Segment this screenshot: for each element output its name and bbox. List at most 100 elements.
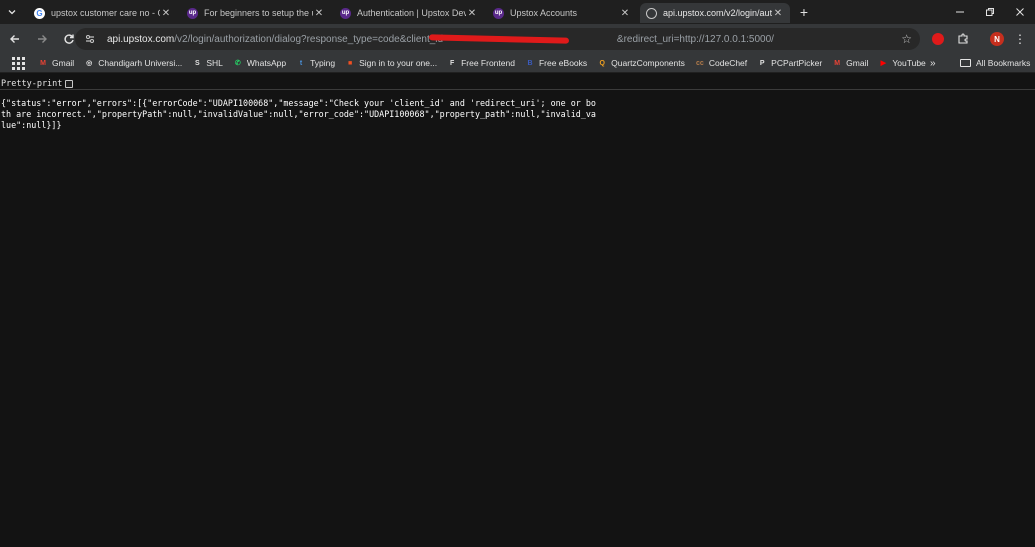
upstox-icon: up [340,7,351,19]
all-bookmarks-button[interactable]: All Bookmarks [960,58,1030,68]
bookmark-item[interactable]: M Gmail [38,58,74,68]
more-bookmarks-button[interactable]: » [930,58,936,69]
url-path: /v2/login/authorization/dialog?response_… [174,33,449,45]
bookmark-item[interactable]: ◎ Chandigarh Universi... [84,58,182,68]
record-icon [932,33,944,45]
arrow-right-icon [38,35,47,43]
pretty-print-label: Pretty-print [1,79,63,89]
bookmark-item[interactable]: F Free Frontend [447,58,515,68]
tab-upstox-customer-care[interactable]: G upstox customer care no - Goo ✕ [28,3,178,23]
all-bookmarks-label: All Bookmarks [976,58,1031,68]
tab-title: upstox customer care no - Goo [51,8,160,18]
new-tab-button[interactable]: + [795,3,813,21]
bookmark-label: Typing [310,58,336,68]
gmail-icon: M [40,59,46,67]
forward-button[interactable] [30,27,54,51]
youtube-icon: ▶ [880,60,887,67]
bookmark-item[interactable]: cc CodeChef [695,58,747,68]
restore-icon [986,8,994,16]
bookmark-label: Free Frontend [461,58,515,68]
reload-icon [64,34,74,44]
bookmark-label: Chandigarh Universi... [98,58,183,68]
bookmark-item[interactable]: S SHL [192,58,223,68]
apps-grid-icon[interactable] [10,55,26,71]
recording-indicator[interactable] [928,29,948,49]
bookmark-item[interactable]: ▶ YouTube [878,58,926,68]
bookmark-label: Gmail [52,58,75,68]
site-info-icon[interactable] [83,32,97,46]
globe-icon: ◎ [86,60,93,67]
bookmark-star-icon[interactable]: ☆ [901,32,912,46]
whatsapp-icon: ✆ [234,60,241,67]
address-bar[interactable]: api.upstox.com/v2/login/authorization/di… [75,28,920,50]
arrow-left-icon [10,35,19,43]
bookmark-item[interactable]: ✆ WhatsApp [233,58,286,68]
tab-search-button[interactable] [0,0,24,24]
minimize-button[interactable] [945,0,975,24]
typing-icon: t [299,59,303,67]
microsoft-icon: ■ [348,59,353,67]
pcpartpicker-icon: P [759,59,765,67]
tab-authentication[interactable]: up Authentication | Upstox Develo ✕ [334,3,484,23]
json-response: {"status":"error","errors":[{"errorCode"… [1,98,596,130]
tab-api-login[interactable]: api.upstox.com/v2/login/autho ✕ [640,3,790,23]
shl-icon: S [194,59,200,67]
quartz-icon: Q [599,59,605,67]
close-icon[interactable]: ✕ [772,8,784,19]
menu-button[interactable]: ⋮ [1010,29,1030,49]
bookmark-list: M Gmail ◎ Chandigarh Universi... S SHL ✆ WhatsA… [38,58,936,68]
bookmark-item[interactable]: B Free eBooks [525,58,587,68]
bookmark-label: Sign in to your one... [359,58,438,68]
folder-icon [960,59,971,67]
tab-upstox-accounts[interactable]: up Upstox Accounts ✕ [487,3,637,23]
divider [0,89,1035,90]
tab-strip: G upstox customer care no - Goo ✕ up For… [0,0,1035,24]
close-icon [1016,8,1024,16]
chevron-down-icon [8,10,16,15]
tab-title: For beginners to setup the ups [204,8,313,18]
back-button[interactable] [3,27,27,51]
bookmark-item[interactable]: ■ Sign in to your one... [345,58,437,68]
puzzle-icon [958,33,968,44]
bookmark-label: YouTube [892,58,926,68]
freefrontend-icon: F [449,59,455,67]
tab-title: api.upstox.com/v2/login/autho [663,8,772,18]
bookmark-label: CodeChef [708,58,748,68]
redaction-mark [428,33,570,44]
browser-toolbar: api.upstox.com/v2/login/authorization/di… [0,24,1035,54]
close-icon[interactable]: ✕ [619,8,631,19]
tab-title: Upstox Accounts [510,8,578,18]
url-path-tail: &redirect_uri=http://127.0.0.1:5000/ [616,33,774,45]
bookmarks-bar: M Gmail ◎ Chandigarh Universi... S SHL ✆ WhatsA… [0,54,1035,73]
close-icon[interactable]: ✕ [313,8,325,19]
bookmark-label: WhatsApp [246,58,287,68]
bookmark-label: Free eBooks [538,58,588,68]
bookmark-item[interactable]: Q QuartzComponents [597,58,685,68]
bookmark-label: QuartzComponents [611,58,685,68]
close-icon[interactable]: ✕ [160,8,172,19]
close-icon[interactable]: ✕ [466,8,478,19]
close-window-button[interactable] [1005,0,1035,24]
upstox-icon: up [187,7,198,19]
profile-button[interactable]: N [987,29,1007,49]
upstox-icon: up [493,7,504,19]
avatar: N [990,32,1004,46]
bookmark-label: SHL [206,58,223,68]
minimize-icon [956,11,964,13]
google-icon: G [34,7,45,19]
page-content: Pretty-print {"status":"error","errors":… [0,74,1035,547]
tab-beginners-setup[interactable]: up For beginners to setup the ups ✕ [181,3,331,23]
kebab-menu-icon: ⋮ [1014,32,1026,46]
gmail-icon: M [834,59,841,67]
bookmark-label: PCPartPicker [771,58,823,68]
url-text[interactable]: api.upstox.com/v2/login/authorization/di… [107,34,774,45]
extensions-button[interactable] [953,29,973,49]
bookmark-item[interactable]: t Typing [296,58,335,68]
restore-button[interactable] [975,0,1005,24]
tab-title: Authentication | Upstox Develo [357,8,466,18]
ebooks-icon: B [527,59,533,67]
bookmark-item[interactable]: P PCPartPicker [757,58,822,68]
pretty-print-checkbox[interactable] [65,80,74,88]
bookmark-label: Gmail [846,58,869,68]
bookmark-item[interactable]: M Gmail [832,58,868,68]
